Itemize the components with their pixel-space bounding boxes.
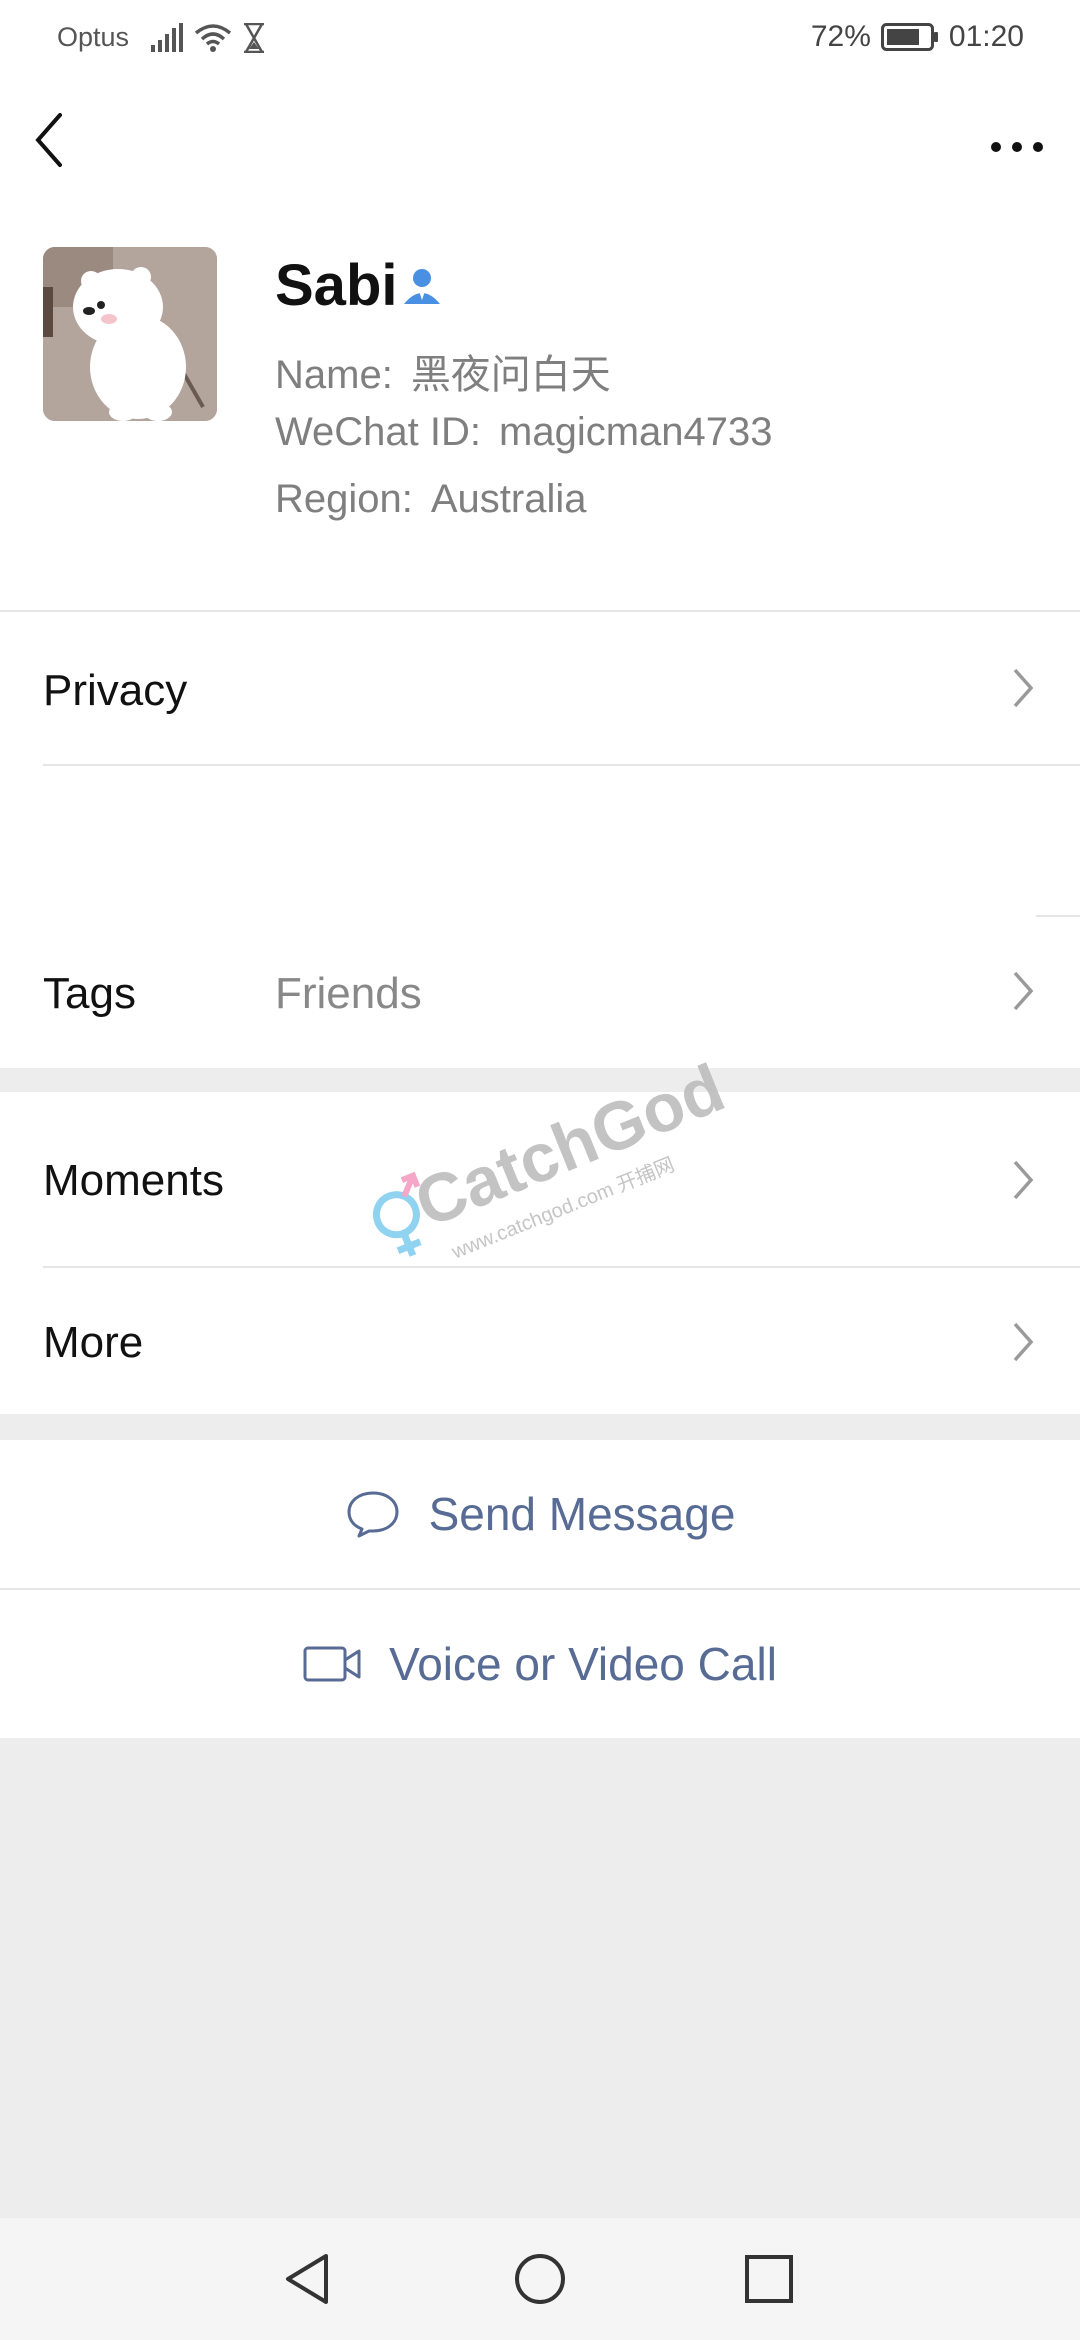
moments-row[interactable]: Moments — [0, 1092, 1080, 1266]
system-nav-bar — [0, 2218, 1080, 2340]
nav-home-circle-icon[interactable] — [513, 2252, 567, 2306]
avatar[interactable] — [43, 247, 217, 421]
more-options-button[interactable] — [982, 122, 1052, 172]
signal-icon — [151, 23, 183, 52]
region-label: Region: — [275, 477, 413, 521]
top-bar — [0, 80, 1080, 200]
carrier-label: Optus — [57, 22, 130, 52]
nav-recents-square-icon[interactable] — [744, 2254, 794, 2304]
privacy-tags-group: Privacy Tags Friends — [0, 612, 1080, 1068]
tags-label: Tags — [43, 969, 136, 1018]
back-button[interactable] — [30, 110, 90, 190]
hourglass-icon — [243, 23, 265, 53]
profile-header: Sabi Name: 黑夜问白天 WeChat ID: magicman4733 R… — [0, 200, 1080, 612]
contact-display-name: Sabi — [275, 253, 398, 318]
battery-icon — [880, 23, 938, 51]
region-line: Region: Australia — [275, 477, 587, 522]
chevron-right-icon — [1013, 971, 1034, 1011]
voice-video-call-label: Voice or Video Call — [389, 1638, 777, 1690]
privacy-label: Privacy — [43, 666, 188, 715]
send-message-label: Send Message — [428, 1488, 736, 1540]
clock: 01:20 — [948, 20, 1024, 53]
chevron-right-icon — [1013, 668, 1034, 708]
more-dots-icon — [991, 142, 1043, 152]
chevron-right-icon — [1013, 1160, 1034, 1200]
chat-bubble-icon — [347, 1491, 399, 1538]
privacy-row[interactable]: Privacy — [0, 612, 1080, 764]
moments-more-group: Moments More — [0, 1092, 1080, 1414]
wechat-id-label: WeChat ID: — [275, 410, 481, 454]
send-message-button[interactable]: Send Message — [0, 1440, 1080, 1588]
wechat-id-value: magicman4733 — [499, 410, 773, 454]
voice-video-call-button[interactable]: Voice or Video Call — [0, 1590, 1080, 1738]
contact-person-icon — [404, 269, 440, 304]
video-camera-icon — [303, 1646, 361, 1682]
polar-bear-avatar-image — [43, 247, 217, 421]
name-line: Name: 黑夜问白天 — [275, 342, 611, 400]
moments-label: Moments — [43, 1156, 224, 1205]
tags-value: Friends — [275, 969, 422, 1018]
region-value: Australia — [430, 477, 587, 521]
name-value: 黑夜问白天 — [410, 353, 611, 397]
nav-back-triangle-icon[interactable] — [282, 2252, 332, 2306]
chevron-right-icon — [1013, 1322, 1034, 1362]
more-row[interactable]: More — [0, 1268, 1080, 1414]
battery-percent: 72% — [810, 20, 871, 53]
divider — [43, 764, 1080, 766]
more-label: More — [43, 1318, 144, 1367]
chevron-left-icon — [35, 113, 62, 167]
wechat-id-line: WeChat ID: magicman4733 — [275, 410, 773, 455]
wifi-icon — [194, 24, 232, 52]
name-label: Name: — [275, 353, 393, 397]
tags-row[interactable]: Tags Friends — [0, 917, 1080, 1068]
status-bar: Optus 72% 01:20 — [0, 0, 1080, 80]
